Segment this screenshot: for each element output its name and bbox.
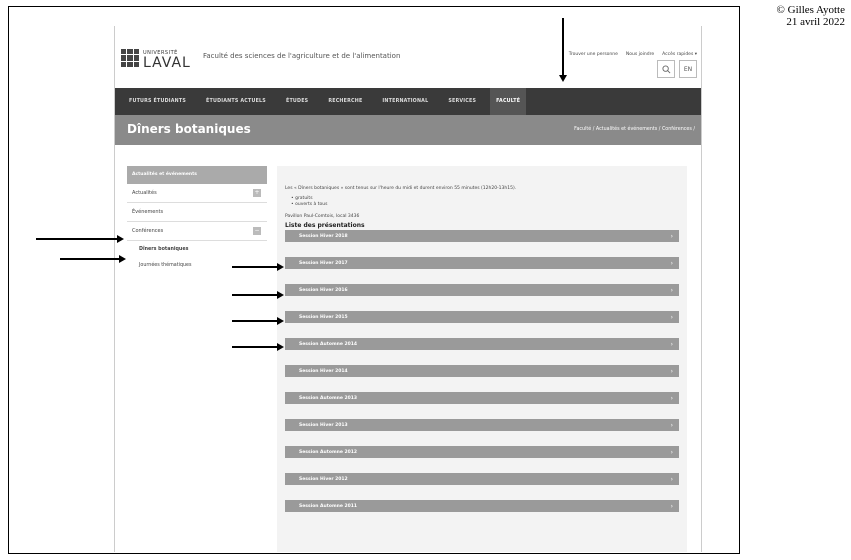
chevron-right-icon: › (670, 313, 673, 321)
chevron-right-icon: › (670, 259, 673, 267)
session-accordion[interactable]: Session Hiver 2018 › (285, 230, 679, 242)
nav-item-faculte[interactable]: FACULTÉ (490, 88, 527, 115)
sidebar-item-label: Actualités (132, 190, 157, 196)
faculty-name[interactable]: Faculté des sciences de l'agriculture et… (203, 52, 400, 60)
nav-item-etudiants-actuels[interactable]: ÉTUDIANTS ACTUELS (200, 88, 272, 115)
session-accordion[interactable]: Session Hiver 2017 › (285, 257, 679, 269)
chevron-right-icon: › (670, 367, 673, 375)
nav-item-futurs-etudiants[interactable]: FUTURS ÉTUDIANTS (123, 88, 192, 115)
annotation-arrow-session-2018 (232, 263, 284, 270)
credit-date: 21 avril 2022 (786, 16, 845, 28)
breadcrumb[interactable]: Faculté / Actualités et événements / Con… (574, 127, 695, 132)
university-logo[interactable]: UNIVERSITÉ LAVAL (121, 48, 191, 71)
presentations-heading: Liste des présentations (285, 222, 365, 229)
chevron-right-icon: › (670, 232, 673, 240)
session-label: Session Hiver 2012 (299, 476, 348, 482)
main-content: Les « Dîners botaniques » sont tenus sur… (277, 166, 687, 552)
session-accordion[interactable]: Session Hiver 2012 › (285, 473, 679, 485)
session-label: Session Hiver 2018 (299, 233, 348, 239)
page-title: Dîners botaniques (127, 122, 251, 136)
website: UNIVERSITÉ LAVAL Faculté des sciences de… (114, 26, 702, 552)
header-buttons: EN (657, 60, 697, 78)
session-list: Session Hiver 2018 › Session Hiver 2017 › … (285, 230, 679, 527)
session-accordion[interactable]: Session Automne 2014 › (285, 338, 679, 350)
session-label: Session Automne 2012 (299, 449, 358, 455)
logo-mark-icon (121, 49, 139, 67)
sidebar-item-label: Événements (132, 209, 164, 215)
main-nav: FUTURS ÉTUDIANTS ÉTUDIANTS ACTUELS ÉTUDE… (115, 88, 701, 115)
annotation-arrow-session-2017 (232, 291, 284, 298)
annotation-arrow-diners (60, 255, 126, 262)
location-text: Pavillon Paul-Comtois, local 3436 (285, 214, 360, 219)
sidebar-subitem-journees-thematiques[interactable]: Journées thématiques (127, 257, 267, 273)
nav-item-etudes[interactable]: ÉTUDES (280, 88, 314, 115)
chevron-right-icon: › (670, 502, 673, 510)
collapse-icon[interactable]: − (253, 227, 261, 235)
session-accordion[interactable]: Session Automne 2012 › (285, 446, 679, 458)
session-label: Session Automne 2011 (299, 503, 358, 509)
annotation-arrow-conferences (36, 235, 124, 242)
session-accordion[interactable]: Session Automne 2011 › (285, 500, 679, 512)
sidebar: Actualités et événements Actualités + Év… (127, 166, 267, 273)
language-button[interactable]: EN (679, 60, 697, 78)
chevron-right-icon: › (670, 475, 673, 483)
sidebar-item-label: Conférences (132, 228, 164, 234)
search-button[interactable] (657, 60, 675, 78)
session-accordion[interactable]: Session Automne 2013 › (285, 392, 679, 404)
sidebar-item-actualites[interactable]: Actualités + (127, 184, 267, 203)
feature-list: gratuits ouverts à tous (291, 196, 327, 208)
copyright-credit: © Gilles Ayotte 21 avril 2022 (777, 4, 845, 28)
quick-access-link[interactable]: Accès rapides ▾ (662, 52, 697, 57)
session-label: Session Automne 2013 (299, 395, 358, 401)
intro-text: Les « Dîners botaniques » sont tenus sur… (285, 186, 517, 191)
session-label: Session Hiver 2016 (299, 287, 348, 293)
chevron-right-icon: › (670, 421, 673, 429)
session-accordion[interactable]: Session Hiver 2015 › (285, 311, 679, 323)
sidebar-subitem-diners-botaniques[interactable]: Dîners botaniques (127, 241, 267, 257)
find-person-link[interactable]: Trouver une personne (569, 52, 618, 57)
chevron-right-icon: › (670, 286, 673, 294)
sidebar-item-conferences[interactable]: Conférences − (127, 222, 267, 241)
session-label: Session Hiver 2017 (299, 260, 348, 266)
annotation-arrow-session-2016 (232, 317, 284, 324)
chevron-right-icon: › (670, 394, 673, 402)
nav-item-services[interactable]: SERVICES (442, 88, 482, 115)
sidebar-heading[interactable]: Actualités et événements (127, 166, 267, 184)
list-item: ouverts à tous (291, 202, 327, 208)
page-banner: Dîners botaniques Faculté / Actualités e… (115, 115, 701, 145)
contact-link[interactable]: Nous joindre (626, 52, 654, 57)
nav-item-international[interactable]: INTERNATIONAL (376, 88, 434, 115)
chevron-right-icon: › (670, 340, 673, 348)
expand-icon[interactable]: + (253, 189, 261, 197)
session-label: Session Hiver 2014 (299, 368, 348, 374)
annotation-arrow-session-2015 (232, 343, 284, 350)
session-label: Session Automne 2014 (299, 341, 358, 347)
logo-big-text: LAVAL (143, 55, 191, 71)
session-accordion[interactable]: Session Hiver 2016 › (285, 284, 679, 296)
credit-author: © Gilles Ayotte (776, 4, 845, 16)
session-accordion[interactable]: Session Hiver 2013 › (285, 419, 679, 431)
search-icon (661, 64, 670, 73)
sidebar-item-evenements[interactable]: Événements (127, 203, 267, 222)
session-accordion[interactable]: Session Hiver 2014 › (285, 365, 679, 377)
session-label: Session Hiver 2013 (299, 422, 348, 428)
top-links: Trouver une personne Nous joindre Accès … (569, 52, 697, 57)
nav-item-recherche[interactable]: RECHERCHE (322, 88, 368, 115)
session-label: Session Hiver 2015 (299, 314, 348, 320)
chevron-right-icon: › (670, 448, 673, 456)
annotation-arrow-down (559, 18, 566, 82)
